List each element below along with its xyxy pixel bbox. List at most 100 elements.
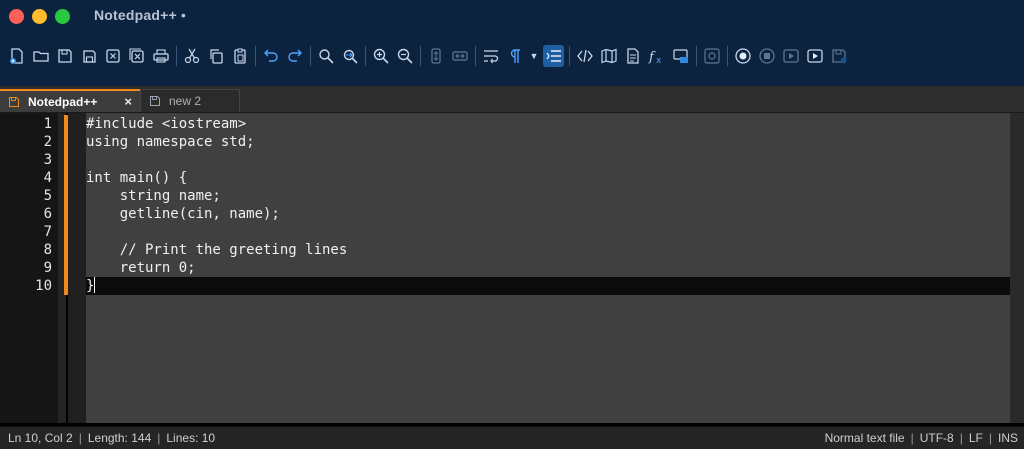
close-icon[interactable] [102,45,123,67]
toolbar-separator [176,46,177,66]
save-macro-icon[interactable] [828,45,849,67]
code-lines[interactable]: #include <iostream> using namespace std;… [86,115,1010,295]
document-map-icon[interactable] [598,45,619,67]
maximize-window-button[interactable] [55,9,70,24]
window-controls [9,9,70,24]
line-number: 6 [43,206,52,222]
user-language-icon[interactable] [574,45,595,67]
toolbar-separator [255,46,256,66]
word-wrap-icon[interactable] [480,45,501,67]
modified-indicator: • [180,7,187,23]
line-number: 7 [43,224,52,240]
tab-new-2[interactable]: new 2 [140,89,240,112]
folder-workspace-icon[interactable] [670,45,691,67]
status-right: Normal text file | UTF-8 | LF | INS [825,431,1018,445]
notepad-window: Notedpad++ • ▼ f x Notedpad++ × new 2 1 … [0,0,1024,449]
save-all-icon[interactable] [78,45,99,67]
code-line[interactable]: getline(cin, name); [86,205,1010,223]
chevron-down-icon[interactable]: ▼ [528,45,540,67]
svg-text:x: x [656,56,662,65]
code-line[interactable]: // Print the greeting lines [86,241,1010,259]
title-bar: Notedpad++ • ▼ f x [0,0,1024,86]
tab-label: Notedpad++ [28,94,98,109]
tab-label: new 2 [169,94,202,108]
show-all-chars-icon[interactable] [504,45,525,67]
toolbar-separator [475,46,476,66]
window-title: Notedpad++ • [94,7,186,23]
run-macro-multiple-icon[interactable] [804,45,825,67]
file-type[interactable]: Normal text file [825,431,905,445]
status-divider: | [157,431,161,445]
change-history-bar [64,115,68,295]
close-all-icon[interactable] [126,45,147,67]
toolbar: ▼ fx [6,42,1016,70]
copy-icon[interactable] [205,45,226,67]
line-number: 4 [43,170,52,186]
line-numbers: 1 2 3 4 5 6 7 8 9 10 [0,115,52,295]
toolbar-separator [420,46,421,66]
replace-icon[interactable] [339,45,360,67]
cursor-position: Ln 10, Col 2 [8,431,73,445]
save-icon [9,96,19,107]
minimize-window-button[interactable] [32,9,47,24]
vertical-scrollbar[interactable] [1010,113,1024,423]
toolbar-separator [569,46,570,66]
stop-macro-icon[interactable] [756,45,777,67]
line-number: 1 [43,116,52,132]
code-line[interactable] [86,151,1010,169]
eol-format[interactable]: LF [969,431,983,445]
code-line[interactable]: return 0; [86,259,1010,277]
text-cursor [94,277,96,293]
toolbar-separator [696,46,697,66]
current-line[interactable]: } [86,277,1010,295]
doc-list-icon[interactable] [622,45,643,67]
symbol-margin[interactable] [68,113,86,423]
insert-mode[interactable]: INS [998,431,1018,445]
toolbar-separator [310,46,311,66]
line-number: 10 [35,278,52,294]
status-left: Ln 10, Col 2 | Length: 144 | Lines: 10 [8,431,215,445]
document-length: Length: 144 [87,431,152,445]
line-number: 2 [43,134,52,150]
monitoring-icon[interactable] [701,45,722,67]
code-line[interactable]: #include <iostream> [86,115,1010,133]
save-icon [150,96,160,106]
redo-icon[interactable] [284,45,305,67]
code-line-text: } [86,278,95,294]
print-icon[interactable] [150,45,171,67]
save-icon[interactable] [54,45,75,67]
toolbar-separator [365,46,366,66]
undo-icon[interactable] [260,45,281,67]
svg-text:f: f [648,50,656,65]
cut-icon[interactable] [181,45,202,67]
record-macro-icon[interactable] [732,45,753,67]
code-line[interactable]: using namespace std; [86,133,1010,151]
code-line[interactable]: int main() { [86,169,1010,187]
code-line[interactable]: string name; [86,187,1010,205]
tab-notedpad[interactable]: Notedpad++ × [0,89,140,112]
indent-guide-icon[interactable] [543,45,564,67]
zoom-in-icon[interactable] [370,45,391,67]
close-window-button[interactable] [9,9,24,24]
status-bar: Ln 10, Col 2 | Length: 144 | Lines: 10 Norma… [0,426,1024,449]
line-number: 8 [43,242,52,258]
sync-horizontal-icon[interactable] [449,45,470,67]
line-number: 5 [43,188,52,204]
editor-area[interactable]: 1 2 3 4 5 6 7 8 9 10 #include <iostream>… [0,113,1024,423]
sync-vertical-icon[interactable] [425,45,446,67]
paste-icon[interactable] [229,45,250,67]
toolbar-separator [727,46,728,66]
play-macro-icon[interactable] [780,45,801,67]
zoom-out-icon[interactable] [394,45,415,67]
new-file-icon[interactable] [6,45,27,67]
line-number: 3 [43,152,52,168]
function-list-icon[interactable]: fx [646,45,667,67]
status-divider: | [988,431,992,445]
encoding[interactable]: UTF-8 [920,431,954,445]
tab-bar: Notedpad++ × new 2 [0,86,1024,113]
code-line[interactable] [86,223,1010,241]
status-divider: | [910,431,914,445]
close-tab-button[interactable]: × [124,94,132,109]
open-folder-icon[interactable] [30,45,51,67]
find-icon[interactable] [315,45,336,67]
